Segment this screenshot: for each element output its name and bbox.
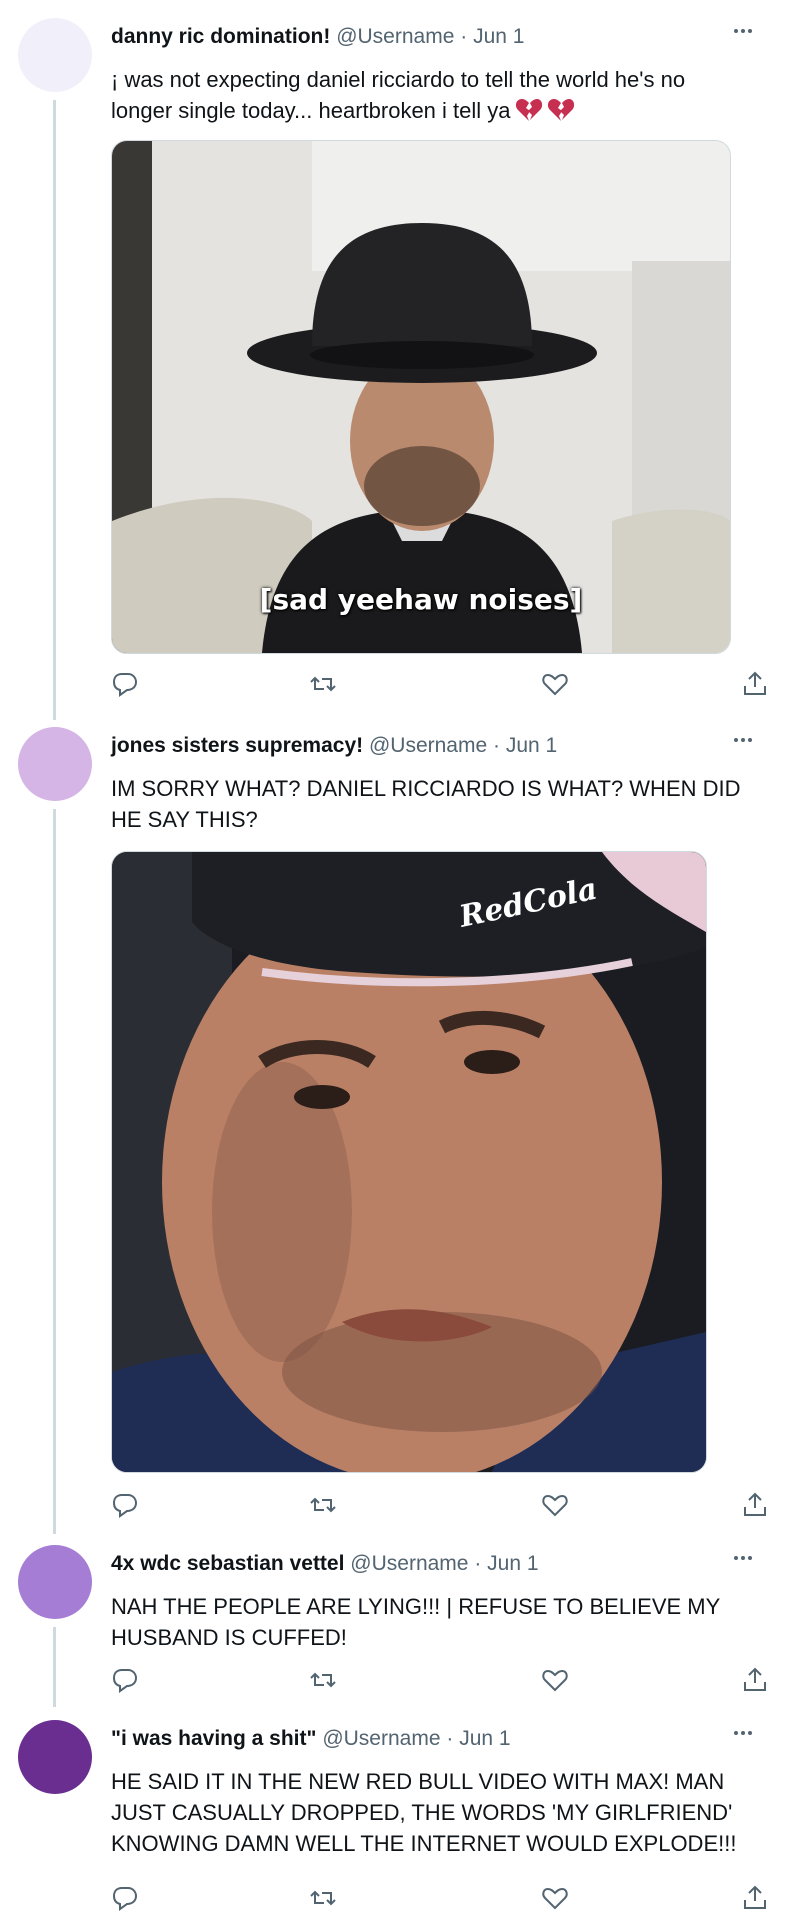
separator: ·: [446, 1727, 454, 1750]
avatar[interactable]: [18, 1720, 92, 1794]
tweet-header: 4x wdc sebastian vettel @Username · Jun …: [111, 1551, 539, 1577]
tweet-actions: [111, 1884, 771, 1914]
separator: ·: [493, 734, 500, 757]
tweet-header: danny ric domination! @Username · Jun 1: [111, 24, 524, 50]
tweet-text: IM SORRY WHAT? DANIEL RICCIARDO IS WHAT?…: [111, 776, 741, 832]
more-options-icon[interactable]: [734, 1728, 760, 1738]
separator: ·: [474, 1552, 482, 1575]
more-options-icon[interactable]: [734, 1553, 760, 1563]
video-caption: [sad yeehaw noises]: [259, 583, 583, 616]
share-icon[interactable]: [741, 1491, 769, 1519]
tweet-text-body: ¡ was not expecting daniel ricciardo to …: [111, 67, 686, 123]
thread-line: [53, 1627, 56, 1707]
display-name[interactable]: danny ric domination!: [111, 25, 330, 48]
timestamp[interactable]: Jun 1: [459, 1727, 510, 1750]
thread-line: [53, 100, 56, 720]
tweet[interactable]: "i was having a shit" @Username · Jun 1 …: [0, 1720, 790, 1920]
tweet[interactable]: jones sisters supremacy! @Username · Jun…: [0, 727, 790, 1547]
tweet-actions: [111, 1666, 771, 1696]
reply-icon[interactable]: [111, 670, 139, 698]
tweet[interactable]: 4x wdc sebastian vettel @Username · Jun …: [0, 1545, 790, 1715]
retweet-icon[interactable]: [309, 1666, 337, 1694]
tweet-text: NAH THE PEOPLE ARE LYING!!! | REFUSE TO …: [111, 1594, 720, 1650]
conversation-thread: danny ric domination! @Username · Jun 1 …: [0, 0, 790, 1920]
broken-heart-icon: [515, 99, 542, 121]
avatar[interactable]: [18, 1545, 92, 1619]
thread-line: [53, 809, 56, 1534]
tweet-actions: [111, 1491, 771, 1521]
cowboy-hat-photo: [112, 141, 730, 653]
handle[interactable]: @Username: [336, 25, 454, 48]
reply-icon[interactable]: [111, 1884, 139, 1912]
like-icon[interactable]: [541, 1666, 569, 1694]
tweet[interactable]: danny ric domination! @Username · Jun 1 …: [0, 18, 790, 720]
retweet-icon[interactable]: [309, 1884, 337, 1912]
display-name[interactable]: 4x wdc sebastian vettel: [111, 1552, 344, 1575]
timestamp[interactable]: Jun 1: [506, 734, 557, 757]
handle[interactable]: @Username: [350, 1552, 468, 1575]
separator: ·: [460, 25, 468, 48]
like-icon[interactable]: [541, 1491, 569, 1519]
tweet-text: HE SAID IT IN THE NEW RED BULL VIDEO WIT…: [111, 1769, 737, 1856]
tweet-header: jones sisters supremacy! @Username · Jun…: [111, 733, 557, 759]
share-icon[interactable]: [741, 1666, 769, 1694]
tweet-actions: [111, 670, 771, 700]
handle[interactable]: @Username: [369, 734, 487, 757]
retweet-icon[interactable]: [309, 670, 337, 698]
like-icon[interactable]: [541, 1884, 569, 1912]
share-icon[interactable]: [741, 670, 769, 698]
reply-icon[interactable]: [111, 1666, 139, 1694]
tweet-media-image[interactable]: RedCola: [111, 851, 707, 1473]
reply-icon[interactable]: [111, 1491, 139, 1519]
display-name[interactable]: "i was having a shit": [111, 1727, 316, 1750]
tweet-text: ¡ was not expecting daniel ricciardo to …: [111, 64, 751, 126]
avatar[interactable]: [18, 727, 92, 801]
retweet-icon[interactable]: [309, 1491, 337, 1519]
timestamp[interactable]: Jun 1: [487, 1552, 538, 1575]
tweet-header: "i was having a shit" @Username · Jun 1: [111, 1726, 511, 1752]
handle[interactable]: @Username: [322, 1727, 440, 1750]
driver-closeup-photo: RedCola: [112, 852, 706, 1472]
broken-heart-icon: [547, 99, 574, 121]
more-options-icon[interactable]: [734, 26, 760, 36]
tweet-media-image[interactable]: [sad yeehaw noises]: [111, 140, 731, 654]
share-icon[interactable]: [741, 1884, 769, 1912]
like-icon[interactable]: [541, 670, 569, 698]
avatar[interactable]: [18, 18, 92, 92]
display-name[interactable]: jones sisters supremacy!: [111, 734, 363, 757]
more-options-icon[interactable]: [734, 735, 760, 745]
timestamp[interactable]: Jun 1: [473, 25, 524, 48]
